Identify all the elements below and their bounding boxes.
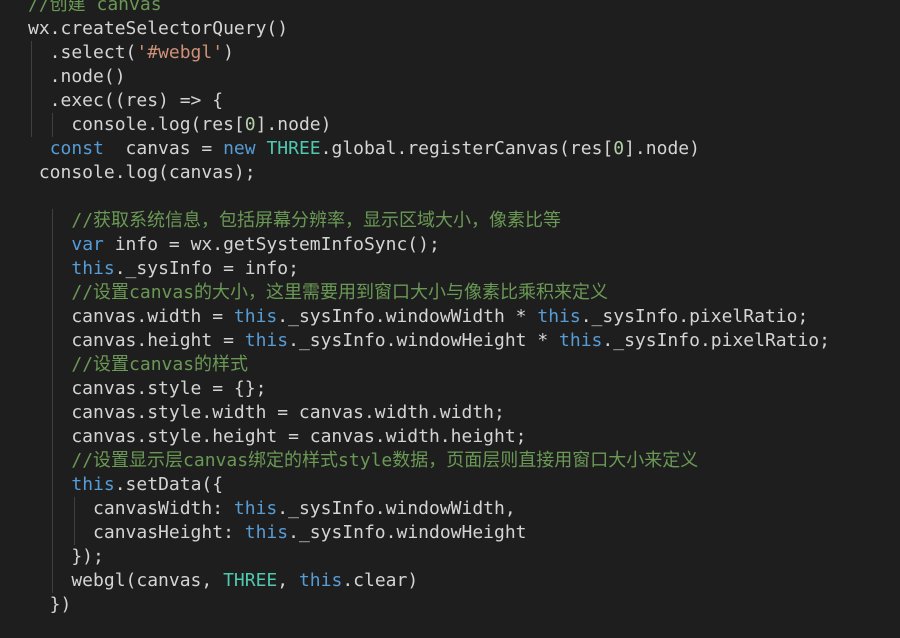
code-line[interactable]: canvas.style.height = canvas.width.heigh…: [28, 425, 527, 449]
code-token: canvas.width =: [28, 306, 234, 327]
code-token: ): [223, 42, 234, 63]
code-line[interactable]: console.log(canvas);: [28, 161, 256, 185]
code-token: console.log(res[: [28, 114, 245, 135]
code-token: //设置canvas的样式: [71, 354, 249, 375]
code-token: .exec((res) => {: [28, 90, 224, 111]
code-line[interactable]: //获取系统信息，包括屏幕分辨率，显示区域大小，像素比等: [28, 209, 561, 233]
code-token: new: [223, 138, 256, 159]
code-token: var: [71, 234, 104, 255]
code-token: this: [537, 306, 581, 327]
code-token: ].node): [255, 114, 332, 135]
code-token: canvas =: [103, 138, 224, 159]
code-token: ._sysInfo.windowWidth *: [277, 306, 538, 327]
code-token: //获取系统信息，包括屏幕分辨率，显示区域大小，像素比等: [71, 210, 562, 231]
code-token: });: [28, 546, 104, 567]
code-token: 0: [244, 114, 256, 135]
code-token: '#webgl': [136, 42, 224, 63]
code-line[interactable]: //设置canvas的大小，这里需要用到窗口大小与像素比乘积来定义: [28, 281, 608, 305]
code-token: this: [71, 258, 115, 279]
code-token: }): [28, 594, 72, 615]
code-token: ._sysInfo.windowWidth,: [277, 498, 516, 519]
code-token: ._sysInfo.pixelRatio;: [580, 306, 809, 327]
code-line[interactable]: console.log(res[0].node): [28, 113, 331, 137]
code-token: this: [71, 474, 115, 495]
code-token: .clear): [342, 570, 419, 591]
code-token: const: [49, 138, 104, 159]
code-token: ._sysInfo = info;: [114, 258, 299, 279]
code-token: this: [298, 570, 343, 591]
code-line[interactable]: }): [28, 593, 72, 617]
code-line[interactable]: //创建 canvas: [28, 0, 162, 17]
code-line[interactable]: });: [28, 545, 104, 569]
code-token: canvasHeight:: [28, 522, 245, 543]
code-token: .setData({: [114, 474, 224, 495]
code-token: wx.createSelectorQuery(): [28, 18, 289, 39]
code-token: this: [233, 498, 278, 519]
code-token: THREE: [266, 138, 321, 159]
code-token: this: [559, 330, 603, 351]
code-line[interactable]: .exec((res) => {: [28, 89, 223, 113]
code-token: THREE: [223, 570, 278, 591]
code-line[interactable]: canvas.style = {};: [28, 377, 266, 401]
code-token: canvas.style.height = canvas.width.heigh…: [28, 426, 527, 447]
code-token: this: [244, 330, 289, 351]
code-token: this: [233, 306, 278, 327]
code-token: ].node): [624, 138, 700, 159]
code-line[interactable]: .node(): [28, 65, 126, 89]
code-line[interactable]: var info = wx.getSystemInfoSync();: [28, 233, 440, 257]
code-token: .node(): [28, 66, 126, 87]
code-line[interactable]: canvas.height = this._sysInfo.windowHeig…: [28, 329, 830, 353]
code-token: ._sysInfo.windowHeight: [288, 522, 527, 543]
code-token: canvas.height =: [28, 330, 245, 351]
code-line[interactable]: const canvas = new THREE.global.register…: [28, 137, 700, 161]
code-token: .select(: [28, 42, 137, 63]
code-token: this: [244, 522, 289, 543]
code-line[interactable]: webgl(canvas, THREE, this.clear): [28, 569, 418, 593]
code-token: console.log(canvas);: [28, 162, 256, 183]
code-token: canvas.style = {};: [28, 378, 267, 399]
code-token: .global.registerCanvas(res[: [320, 138, 614, 159]
code-line[interactable]: //设置显示层canvas绑定的样式style数据，页面层则直接用窗口大小来定义: [28, 449, 698, 473]
code-token: info = wx.getSystemInfoSync();: [103, 234, 440, 255]
code-line[interactable]: canvasHeight: this._sysInfo.windowHeight: [28, 521, 527, 545]
code-line[interactable]: this._sysInfo = info;: [28, 257, 299, 281]
code-token: canvas.style.width = canvas.width.width;: [28, 402, 505, 423]
code-token: canvasWidth:: [28, 498, 234, 519]
code-line[interactable]: wx.createSelectorQuery(): [28, 17, 288, 41]
code-line[interactable]: canvas.width = this._sysInfo.windowWidth…: [28, 305, 808, 329]
code-line[interactable]: this.setData({: [28, 473, 223, 497]
code-token: //设置canvas的大小，这里需要用到窗口大小与像素比乘积来定义: [71, 282, 609, 303]
code-line[interactable]: canvas.style.width = canvas.width.width;: [28, 401, 505, 425]
code-token: ._sysInfo.windowHeight *: [288, 330, 560, 351]
code-line[interactable]: .select('#webgl'): [28, 41, 234, 65]
code-line[interactable]: canvasWidth: this._sysInfo.windowWidth,: [28, 497, 516, 521]
code-token: ._sysInfo.pixelRatio;: [602, 330, 830, 351]
code-line[interactable]: //设置canvas的样式: [28, 353, 248, 377]
code-editor[interactable]: //创建 canvas wx.createSelectorQuery() .sel…: [0, 0, 900, 638]
code-token: //创建 canvas: [28, 0, 162, 15]
code-token: 0: [613, 138, 625, 159]
code-token: ,: [277, 570, 299, 591]
code-token: webgl(canvas,: [28, 570, 224, 591]
code-token: //设置显示层canvas绑定的样式style数据，页面层则直接用窗口大小来定义: [71, 450, 699, 471]
